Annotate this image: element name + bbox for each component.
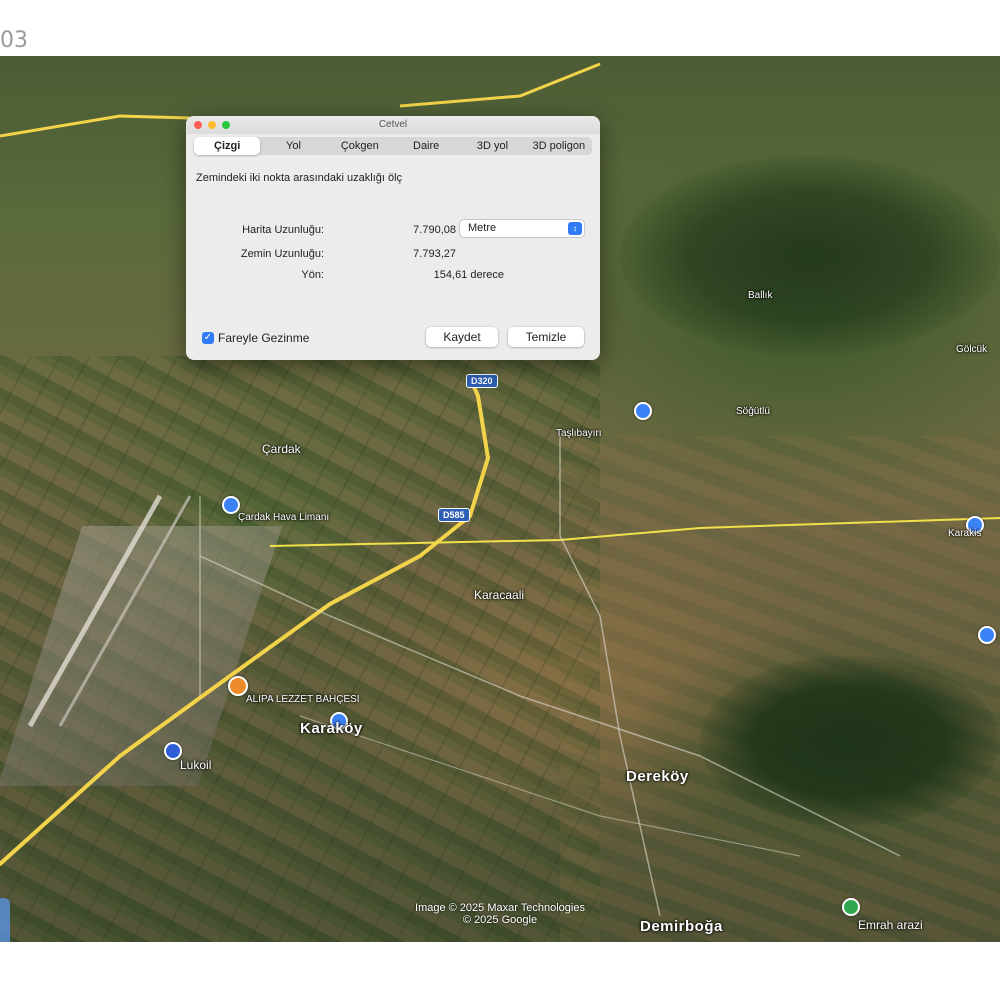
- runway: [27, 494, 163, 728]
- place-label-top-village[interactable]: Taşlıbayırı: [556, 428, 602, 439]
- page-corner-label: 03: [0, 28, 28, 53]
- ruler-dialog: Cetvel Çizgi Yol Çokgen Daire 3D yol 3D …: [186, 116, 600, 360]
- map-length-value: 7.790,08: [413, 224, 456, 236]
- place-label-demirboga[interactable]: Demirboğa: [640, 918, 723, 935]
- direction-label: Yön:: [301, 269, 324, 281]
- place-label-cardak[interactable]: Çardak: [262, 442, 301, 456]
- place-label-karakoy[interactable]: Karaköy: [300, 720, 363, 737]
- restaurant-pin-icon[interactable]: [228, 676, 248, 696]
- measure-description: Zemindeki iki nokta arasındaki uzaklığı …: [196, 172, 403, 184]
- direction-value: 154,61 derece: [433, 269, 504, 281]
- minor-road: [299, 715, 801, 857]
- place-pin-icon[interactable]: [634, 402, 652, 420]
- dialog-title: Cetvel: [378, 119, 408, 130]
- mouse-navigation-checkbox[interactable]: ✓: [202, 332, 214, 344]
- place-label-emrah[interactable]: Emrah arazi: [858, 918, 923, 932]
- place-label-sogutlu[interactable]: Söğütlü: [736, 406, 770, 417]
- route-shield: D585: [438, 508, 470, 522]
- ground-length-value: 7.793,27: [413, 248, 456, 260]
- place-label-karacaali[interactable]: Karacaali: [474, 588, 524, 602]
- place-label-small[interactable]: Gölcük: [956, 344, 987, 355]
- tab-3d-polygon[interactable]: 3D poligon: [526, 137, 592, 155]
- unit-select-value: Metre: [468, 222, 497, 234]
- place-pin-icon[interactable]: [978, 626, 996, 644]
- place-label-airport[interactable]: Çardak Hava Limanı: [238, 512, 329, 523]
- route-shield: D320: [466, 374, 498, 388]
- dialog-titlebar[interactable]: Cetvel: [186, 116, 600, 134]
- map-attribution: Image © 2025 Maxar Technologies © 2025 G…: [415, 902, 585, 926]
- place-label-derekoy[interactable]: Dereköy: [626, 768, 689, 785]
- minor-road: [199, 555, 901, 857]
- map-navigation-control[interactable]: [0, 898, 10, 942]
- chevron-updown-icon: ↕: [568, 222, 582, 235]
- map-length-label: Harita Uzunluğu:: [242, 224, 324, 236]
- place-label-karakis[interactable]: Karakis: [948, 528, 981, 539]
- tab-polygon[interactable]: Çokgen: [327, 137, 393, 155]
- measure-mode-tabs: Çizgi Yol Çokgen Daire 3D yol 3D poligon: [194, 137, 592, 155]
- green-pin-icon[interactable]: [842, 898, 860, 916]
- runway: [58, 495, 192, 727]
- measurement-line: [269, 517, 1000, 547]
- minor-road: [559, 436, 661, 917]
- unit-select[interactable]: Metre ↕: [460, 220, 584, 237]
- tab-3d-path[interactable]: 3D yol: [459, 137, 525, 155]
- tab-circle[interactable]: Daire: [393, 137, 459, 155]
- place-label-small[interactable]: Ballık: [748, 290, 772, 301]
- clear-button[interactable]: Temizle: [508, 327, 584, 347]
- save-button[interactable]: Kaydet: [426, 327, 498, 347]
- place-label-lukoil[interactable]: Lukoil: [180, 758, 211, 772]
- highway-road: [0, 376, 491, 866]
- tab-path[interactable]: Yol: [260, 137, 326, 155]
- tab-line[interactable]: Çizgi: [194, 137, 261, 155]
- mouse-navigation-label[interactable]: Fareyle Gezinme: [218, 331, 309, 345]
- place-label-restaurant[interactable]: ALIPA LEZZET BAHÇESI: [246, 694, 360, 705]
- ground-length-label: Zemin Uzunluğu:: [240, 248, 324, 260]
